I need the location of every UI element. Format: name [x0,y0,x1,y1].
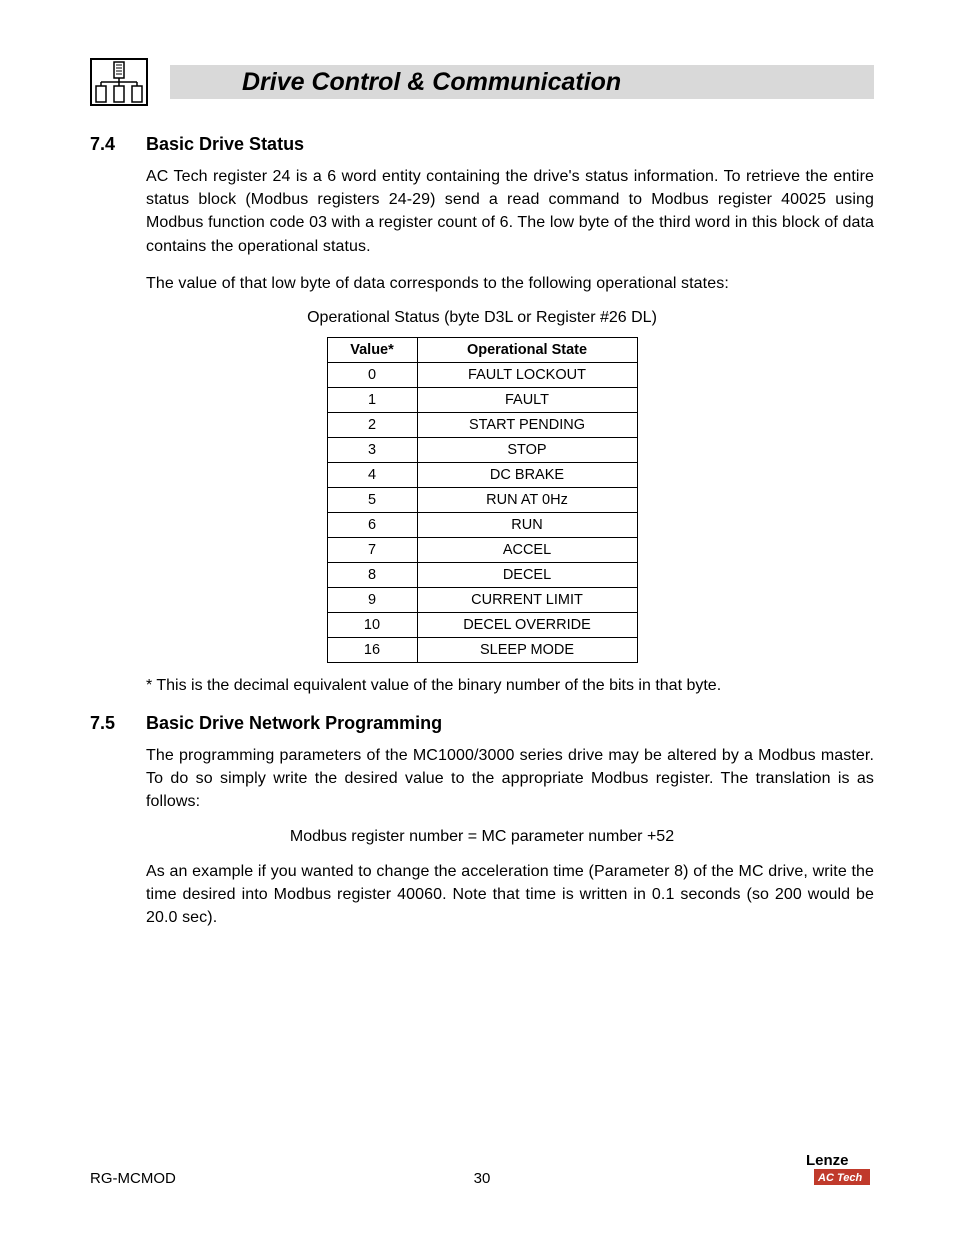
equation-line: Modbus register number = MC parameter nu… [90,828,874,846]
cell-value: 8 [327,562,417,587]
cell-state: SLEEP MODE [417,637,637,662]
cell-state: STOP [417,437,637,462]
section-number: 7.4 [90,134,124,155]
cell-value: 1 [327,387,417,412]
page-title: Drive Control & Communication [242,68,621,97]
paragraph: AC Tech register 24 is a 6 word entity c… [146,165,874,258]
section-heading: 7.5 Basic Drive Network Programming [90,713,874,734]
cell-state: DECEL [417,562,637,587]
paragraph: The programming parameters of the MC1000… [146,744,874,814]
table-row: 0FAULT LOCKOUT [327,362,637,387]
table-row: 3STOP [327,437,637,462]
table-footnote: * This is the decimal equivalent value o… [146,677,874,695]
page-container: Drive Control & Communication 7.4 Basic … [0,0,954,1235]
cell-value: 10 [327,612,417,637]
col-header-value: Value* [327,337,417,362]
cell-value: 2 [327,412,417,437]
cell-value: 9 [327,587,417,612]
table-row: 7ACCEL [327,537,637,562]
section-7-5: 7.5 Basic Drive Network Programming The … [90,713,874,929]
cell-value: 16 [327,637,417,662]
section-number: 7.5 [90,713,124,734]
cell-state: FAULT LOCKOUT [417,362,637,387]
cell-value: 3 [327,437,417,462]
svg-text:Lenze: Lenze [806,1152,849,1169]
table-row: 5RUN AT 0Hz [327,487,637,512]
cell-value: 5 [327,487,417,512]
table-row: 2START PENDING [327,412,637,437]
section-body: As an example if you wanted to change th… [146,860,874,930]
cell-state: RUN AT 0Hz [417,487,637,512]
table-caption: Operational Status (byte D3L or Register… [90,309,874,327]
page-footer: RG-MCMOD 30 Lenze AC Tech [90,1151,874,1187]
table-row: 10DECEL OVERRIDE [327,612,637,637]
table-row: 4DC BRAKE [327,462,637,487]
section-body: AC Tech register 24 is a 6 word entity c… [146,165,874,295]
cell-value: 7 [327,537,417,562]
title-bar: Drive Control & Communication [170,65,874,99]
section-body: The programming parameters of the MC1000… [146,744,874,814]
section-7-4: 7.4 Basic Drive Status AC Tech register … [90,134,874,695]
paragraph: As an example if you wanted to change th… [146,860,874,930]
cell-state: START PENDING [417,412,637,437]
status-table: Value* Operational State 0FAULT LOCKOUT … [327,337,638,663]
table-row: 9CURRENT LIMIT [327,587,637,612]
table-row: 16SLEEP MODE [327,637,637,662]
cell-state: FAULT [417,387,637,412]
cell-state: DECEL OVERRIDE [417,612,637,637]
cell-value: 4 [327,462,417,487]
table-header-row: Value* Operational State [327,337,637,362]
cell-state: RUN [417,512,637,537]
drive-icon [90,58,148,106]
table-row: 6RUN [327,512,637,537]
table-row: 8DECEL [327,562,637,587]
cell-value: 6 [327,512,417,537]
cell-value: 0 [327,362,417,387]
section-heading: 7.4 Basic Drive Status [90,134,874,155]
cell-state: ACCEL [417,537,637,562]
paragraph: The value of that low byte of data corre… [146,272,874,295]
table-row: 1FAULT [327,387,637,412]
section-title: Basic Drive Status [146,134,304,155]
page-number: 30 [90,1170,874,1187]
col-header-state: Operational State [417,337,637,362]
section-title: Basic Drive Network Programming [146,713,442,734]
page-header: Drive Control & Communication [90,58,874,106]
cell-state: DC BRAKE [417,462,637,487]
cell-state: CURRENT LIMIT [417,587,637,612]
